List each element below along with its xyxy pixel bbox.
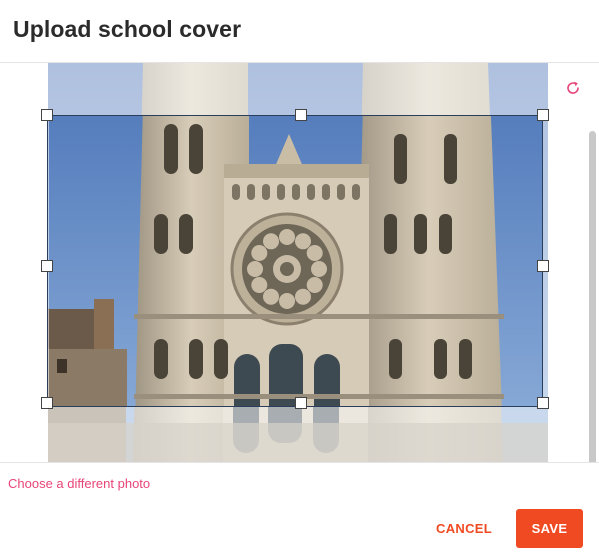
crop-handle-bottom-left[interactable]: [41, 397, 53, 409]
crop-handle-middle-left[interactable]: [41, 260, 53, 272]
crop-selection[interactable]: [47, 115, 543, 407]
crop-handle-bottom-center[interactable]: [295, 397, 307, 409]
choose-different-photo-link[interactable]: Choose a different photo: [8, 476, 150, 491]
crop-handle-middle-right[interactable]: [537, 260, 549, 272]
crop-preview: [48, 116, 542, 406]
rotate-button[interactable]: [562, 77, 584, 99]
rotate-icon: [567, 81, 579, 94]
dialog-header: Upload school cover: [0, 0, 599, 63]
save-button[interactable]: SAVE: [516, 509, 583, 548]
crop-handle-top-center[interactable]: [295, 109, 307, 121]
crop-handle-bottom-right[interactable]: [537, 397, 549, 409]
dialog-footer: Choose a different photo CANCEL SAVE: [0, 463, 599, 556]
dialog-title: Upload school cover: [13, 16, 242, 42]
editor-scrollbar[interactable]: [589, 131, 596, 462]
crop-handle-top-left[interactable]: [41, 109, 53, 121]
image-crop-editor: [0, 63, 599, 463]
crop-handle-top-right[interactable]: [537, 109, 549, 121]
cancel-button[interactable]: CANCEL: [428, 518, 500, 538]
